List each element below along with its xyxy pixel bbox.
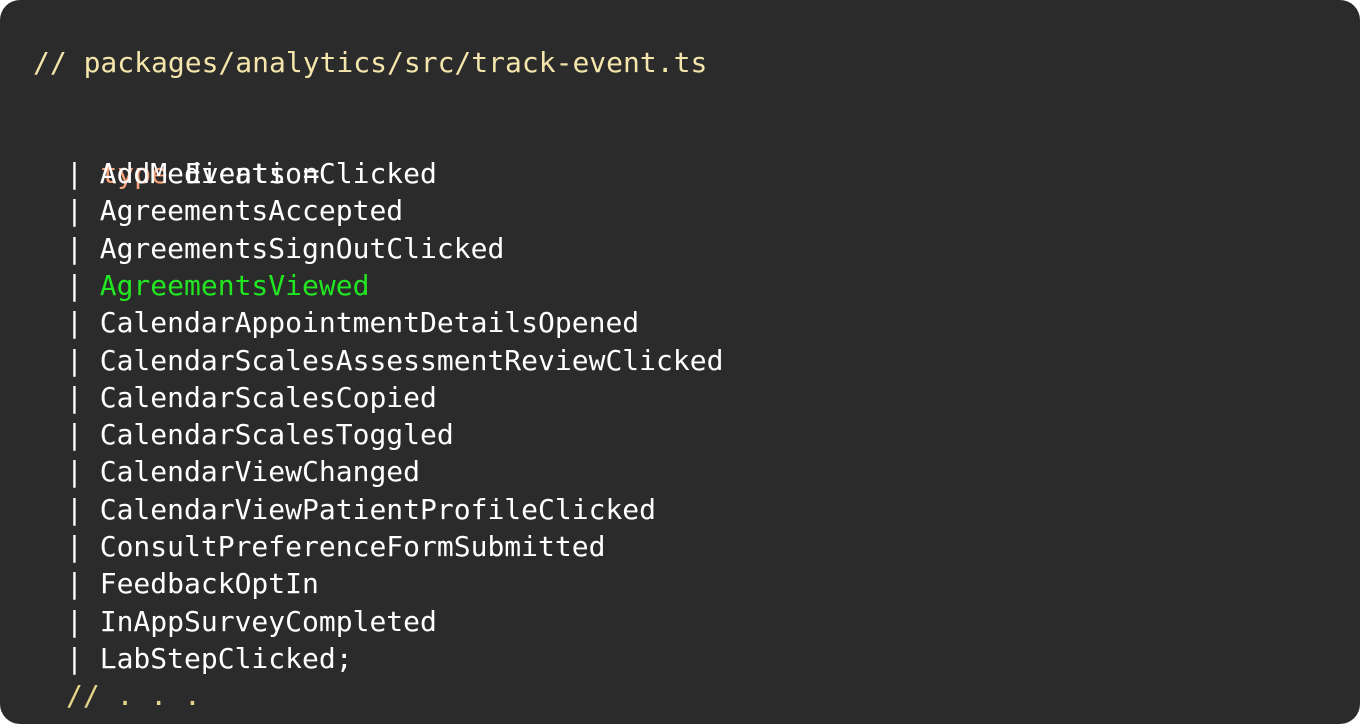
highlighted-event-name: AgreementsViewed: [99, 268, 370, 302]
union-member-line: | CalendarScalesToggled: [33, 416, 454, 454]
union-pipe: |: [66, 492, 100, 526]
union-member-line: | AgreementsAccepted: [33, 192, 403, 230]
union-pipe: |: [66, 455, 100, 489]
union-member-line: | AddMedicationClicked: [33, 155, 437, 193]
event-name: CalendarViewChanged: [99, 455, 421, 489]
event-name: CalendarScalesAssessmentReviewClicked: [99, 343, 724, 377]
event-name: CalendarAppointmentDetailsOpened: [99, 306, 640, 340]
union-member-line: | CalendarViewChanged: [33, 453, 420, 491]
type-declaration-line: type Events =: [33, 117, 319, 190]
union-member-line: | LabStepClicked;: [33, 640, 353, 678]
union-member-line: | CalendarScalesCopied: [33, 379, 437, 417]
event-name: AgreementsAccepted: [99, 194, 404, 228]
union-pipe: |: [66, 231, 100, 265]
event-name: CalendarViewPatientProfileClicked: [99, 492, 657, 526]
event-name: AddMedicationClicked: [99, 157, 437, 190]
union-pipe: |: [66, 567, 100, 601]
union-pipe: |: [66, 641, 100, 675]
union-member-line: | AgreementsViewed: [33, 267, 369, 305]
event-name: ConsultPreferenceFormSubmitted: [99, 530, 606, 563]
code-snippet-card: // packages/analytics/src/track-event.ts…: [0, 0, 1360, 724]
union-member-line: | ConsultPreferenceFormSubmitted: [33, 528, 605, 566]
union-member-line: | CalendarScalesAssessmentReviewClicked: [33, 342, 723, 380]
event-name: LabStepClicked;: [99, 641, 353, 675]
event-name: CalendarScalesCopied: [99, 380, 437, 414]
union-pipe: |: [66, 604, 100, 638]
union-member-line: | CalendarAppointmentDetailsOpened: [33, 304, 639, 342]
event-name: AgreementsSignOutClicked: [99, 231, 505, 265]
union-pipe: |: [66, 268, 100, 302]
trailing-comment: // . . .: [66, 679, 201, 712]
union-pipe: |: [66, 530, 100, 563]
file-path-comment: // packages/analytics/src/track-event.ts: [33, 46, 708, 79]
union-pipe: |: [66, 194, 100, 228]
union-member-line: | FeedbackOptIn: [33, 565, 319, 603]
union-member-line: | CalendarViewPatientProfileClicked: [33, 491, 656, 529]
union-member-line: | InAppSurveyCompleted: [33, 603, 437, 641]
event-name: InAppSurveyCompleted: [99, 604, 437, 638]
union-pipe: |: [66, 157, 100, 190]
union-pipe: |: [66, 418, 100, 452]
event-name: CalendarScalesToggled: [99, 418, 454, 452]
union-pipe: |: [66, 343, 100, 377]
event-name: FeedbackOptIn: [99, 567, 319, 601]
union-member-line: | AgreementsSignOutClicked: [33, 230, 504, 268]
union-pipe: |: [66, 306, 100, 340]
union-pipe: |: [66, 380, 100, 414]
